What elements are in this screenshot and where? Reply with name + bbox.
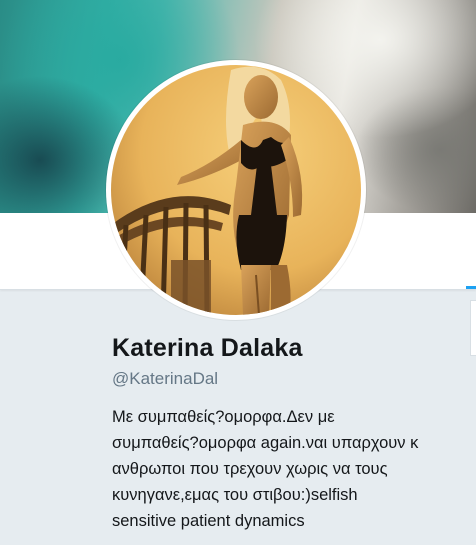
profile-handle[interactable]: @KaterinaDal: [112, 369, 218, 389]
side-card-edge: [470, 300, 476, 356]
profile-name[interactable]: Katerina Dalaka: [112, 334, 303, 363]
avatar-photo: [111, 65, 361, 315]
bio-line: Με συμπαθείς?ομορφα.Δεν με: [112, 408, 335, 426]
profile-page: Katerina Dalaka @KaterinaDal Με συμπαθεί…: [0, 0, 476, 545]
profile-bio: Με συμπαθείς?ομορφα.Δεν με συμπαθείς?ομο…: [112, 404, 472, 534]
active-tab-indicator: [466, 286, 476, 289]
bio-line: ανθρωποι που τρεχουν χωρις να τους: [112, 460, 388, 478]
bio-line: κυνηγανε,εμας του στιβου:)selfish: [112, 486, 358, 504]
bio-line: sensitive patient dynamics: [112, 512, 305, 530]
bio-line: συμπαθείς?ομορφα again.ναι υπαρχουν κ: [112, 434, 419, 452]
avatar[interactable]: [111, 65, 361, 315]
